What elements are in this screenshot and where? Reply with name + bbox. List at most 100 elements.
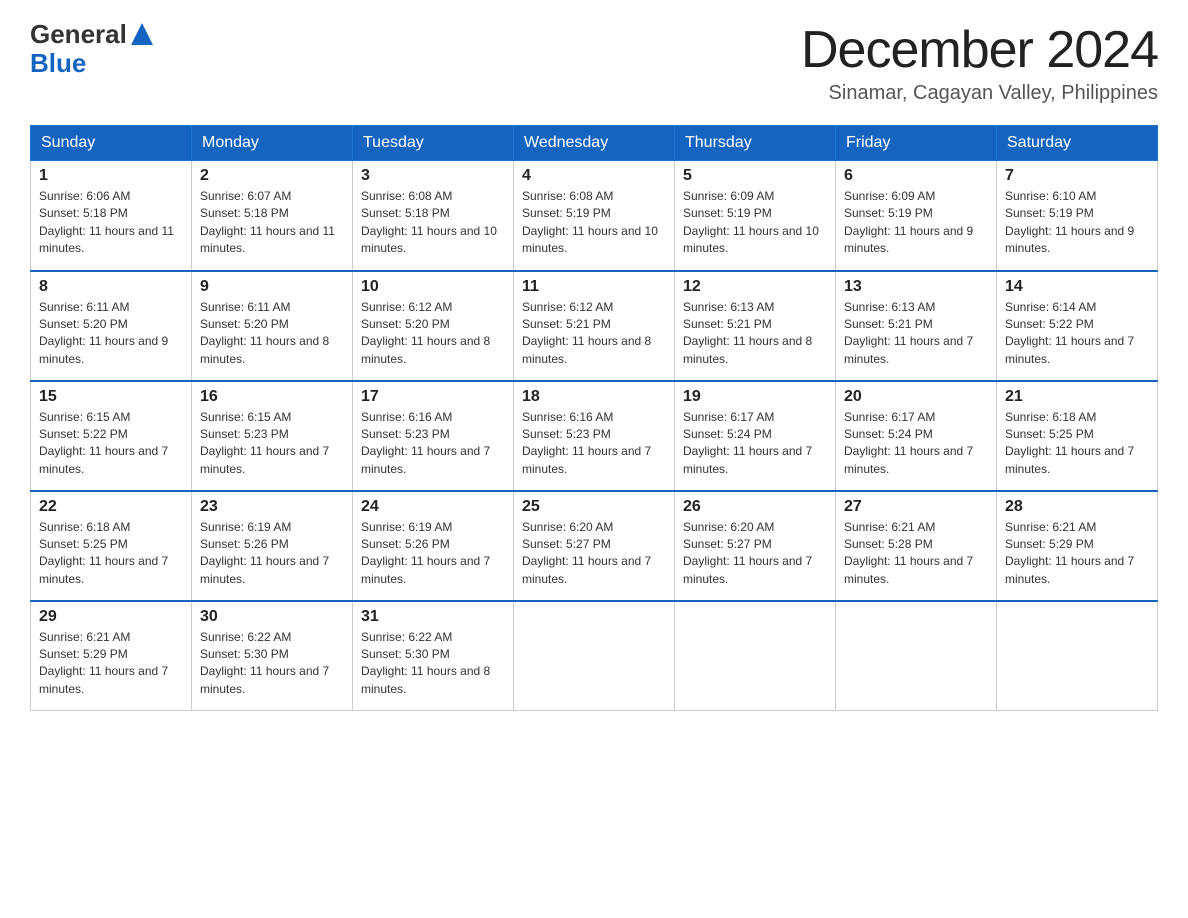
day-info: Sunrise: 6:09 AMSunset: 5:19 PMDaylight:… (683, 188, 827, 258)
calendar-cell: 16 Sunrise: 6:15 AMSunset: 5:23 PMDaylig… (192, 381, 353, 491)
week-row-5: 29 Sunrise: 6:21 AMSunset: 5:29 PMDaylig… (31, 601, 1158, 711)
week-row-4: 22 Sunrise: 6:18 AMSunset: 5:25 PMDaylig… (31, 491, 1158, 601)
calendar-cell: 14 Sunrise: 6:14 AMSunset: 5:22 PMDaylig… (997, 271, 1158, 381)
day-info: Sunrise: 6:13 AMSunset: 5:21 PMDaylight:… (844, 299, 988, 369)
day-number: 10 (361, 278, 505, 296)
day-info: Sunrise: 6:06 AMSunset: 5:18 PMDaylight:… (39, 188, 183, 258)
day-info: Sunrise: 6:10 AMSunset: 5:19 PMDaylight:… (1005, 188, 1149, 258)
day-number: 16 (200, 388, 344, 406)
week-row-2: 8 Sunrise: 6:11 AMSunset: 5:20 PMDayligh… (31, 271, 1158, 381)
day-number: 20 (844, 388, 988, 406)
calendar-cell: 19 Sunrise: 6:17 AMSunset: 5:24 PMDaylig… (675, 381, 836, 491)
calendar-cell: 7 Sunrise: 6:10 AMSunset: 5:19 PMDayligh… (997, 161, 1158, 271)
day-number: 4 (522, 167, 666, 185)
day-info: Sunrise: 6:21 AMSunset: 5:29 PMDaylight:… (39, 629, 183, 699)
day-info: Sunrise: 6:11 AMSunset: 5:20 PMDaylight:… (200, 299, 344, 369)
logo: General Blue (30, 20, 153, 77)
header-friday: Friday (836, 126, 997, 161)
calendar-cell: 17 Sunrise: 6:16 AMSunset: 5:23 PMDaylig… (353, 381, 514, 491)
calendar-subtitle: Sinamar, Cagayan Valley, Philippines (801, 82, 1158, 105)
header-wednesday: Wednesday (514, 126, 675, 161)
day-info: Sunrise: 6:18 AMSunset: 5:25 PMDaylight:… (1005, 409, 1149, 479)
day-info: Sunrise: 6:15 AMSunset: 5:23 PMDaylight:… (200, 409, 344, 479)
day-info: Sunrise: 6:11 AMSunset: 5:20 PMDaylight:… (39, 299, 183, 369)
calendar-cell: 10 Sunrise: 6:12 AMSunset: 5:20 PMDaylig… (353, 271, 514, 381)
day-number: 2 (200, 167, 344, 185)
day-number: 12 (683, 278, 827, 296)
day-number: 24 (361, 498, 505, 516)
day-number: 26 (683, 498, 827, 516)
day-number: 18 (522, 388, 666, 406)
day-info: Sunrise: 6:16 AMSunset: 5:23 PMDaylight:… (522, 409, 666, 479)
day-number: 23 (200, 498, 344, 516)
calendar-cell: 9 Sunrise: 6:11 AMSunset: 5:20 PMDayligh… (192, 271, 353, 381)
calendar-cell: 12 Sunrise: 6:13 AMSunset: 5:21 PMDaylig… (675, 271, 836, 381)
calendar-cell: 5 Sunrise: 6:09 AMSunset: 5:19 PMDayligh… (675, 161, 836, 271)
calendar-cell: 26 Sunrise: 6:20 AMSunset: 5:27 PMDaylig… (675, 491, 836, 601)
day-number: 25 (522, 498, 666, 516)
calendar-title: December 2024 (801, 20, 1158, 80)
calendar-cell: 6 Sunrise: 6:09 AMSunset: 5:19 PMDayligh… (836, 161, 997, 271)
calendar-cell: 20 Sunrise: 6:17 AMSunset: 5:24 PMDaylig… (836, 381, 997, 491)
weekday-header-row: Sunday Monday Tuesday Wednesday Thursday… (31, 126, 1158, 161)
day-info: Sunrise: 6:18 AMSunset: 5:25 PMDaylight:… (39, 519, 183, 589)
calendar-cell (514, 601, 675, 711)
day-number: 15 (39, 388, 183, 406)
day-number: 6 (844, 167, 988, 185)
day-number: 13 (844, 278, 988, 296)
day-number: 19 (683, 388, 827, 406)
day-info: Sunrise: 6:20 AMSunset: 5:27 PMDaylight:… (522, 519, 666, 589)
day-number: 17 (361, 388, 505, 406)
header-tuesday: Tuesday (353, 126, 514, 161)
day-info: Sunrise: 6:12 AMSunset: 5:20 PMDaylight:… (361, 299, 505, 369)
header-thursday: Thursday (675, 126, 836, 161)
day-info: Sunrise: 6:12 AMSunset: 5:21 PMDaylight:… (522, 299, 666, 369)
calendar-cell: 1 Sunrise: 6:06 AMSunset: 5:18 PMDayligh… (31, 161, 192, 271)
calendar-cell: 3 Sunrise: 6:08 AMSunset: 5:18 PMDayligh… (353, 161, 514, 271)
day-number: 7 (1005, 167, 1149, 185)
day-info: Sunrise: 6:19 AMSunset: 5:26 PMDaylight:… (200, 519, 344, 589)
calendar-cell (997, 601, 1158, 711)
day-info: Sunrise: 6:08 AMSunset: 5:19 PMDaylight:… (522, 188, 666, 258)
day-number: 5 (683, 167, 827, 185)
calendar-cell: 4 Sunrise: 6:08 AMSunset: 5:19 PMDayligh… (514, 161, 675, 271)
page-header: General Blue December 2024 Sinamar, Caga… (30, 20, 1158, 105)
calendar-cell: 28 Sunrise: 6:21 AMSunset: 5:29 PMDaylig… (997, 491, 1158, 601)
calendar-cell: 23 Sunrise: 6:19 AMSunset: 5:26 PMDaylig… (192, 491, 353, 601)
day-info: Sunrise: 6:07 AMSunset: 5:18 PMDaylight:… (200, 188, 344, 258)
logo-general-text: General (30, 20, 127, 49)
day-number: 21 (1005, 388, 1149, 406)
day-number: 8 (39, 278, 183, 296)
calendar-cell: 21 Sunrise: 6:18 AMSunset: 5:25 PMDaylig… (997, 381, 1158, 491)
day-number: 14 (1005, 278, 1149, 296)
day-number: 31 (361, 608, 505, 626)
header-saturday: Saturday (997, 126, 1158, 161)
calendar-table: Sunday Monday Tuesday Wednesday Thursday… (30, 125, 1158, 711)
calendar-cell: 11 Sunrise: 6:12 AMSunset: 5:21 PMDaylig… (514, 271, 675, 381)
day-info: Sunrise: 6:17 AMSunset: 5:24 PMDaylight:… (844, 409, 988, 479)
logo-blue-text: Blue (30, 48, 86, 78)
day-info: Sunrise: 6:19 AMSunset: 5:26 PMDaylight:… (361, 519, 505, 589)
day-number: 9 (200, 278, 344, 296)
header-sunday: Sunday (31, 126, 192, 161)
day-info: Sunrise: 6:08 AMSunset: 5:18 PMDaylight:… (361, 188, 505, 258)
day-info: Sunrise: 6:17 AMSunset: 5:24 PMDaylight:… (683, 409, 827, 479)
day-info: Sunrise: 6:16 AMSunset: 5:23 PMDaylight:… (361, 409, 505, 479)
day-number: 27 (844, 498, 988, 516)
calendar-cell: 8 Sunrise: 6:11 AMSunset: 5:20 PMDayligh… (31, 271, 192, 381)
logo-icon (131, 23, 153, 45)
calendar-cell: 2 Sunrise: 6:07 AMSunset: 5:18 PMDayligh… (192, 161, 353, 271)
calendar-cell: 15 Sunrise: 6:15 AMSunset: 5:22 PMDaylig… (31, 381, 192, 491)
day-info: Sunrise: 6:15 AMSunset: 5:22 PMDaylight:… (39, 409, 183, 479)
day-info: Sunrise: 6:09 AMSunset: 5:19 PMDaylight:… (844, 188, 988, 258)
calendar-cell: 22 Sunrise: 6:18 AMSunset: 5:25 PMDaylig… (31, 491, 192, 601)
calendar-cell: 24 Sunrise: 6:19 AMSunset: 5:26 PMDaylig… (353, 491, 514, 601)
title-section: December 2024 Sinamar, Cagayan Valley, P… (801, 20, 1158, 105)
week-row-3: 15 Sunrise: 6:15 AMSunset: 5:22 PMDaylig… (31, 381, 1158, 491)
day-number: 22 (39, 498, 183, 516)
calendar-cell: 29 Sunrise: 6:21 AMSunset: 5:29 PMDaylig… (31, 601, 192, 711)
calendar-cell: 13 Sunrise: 6:13 AMSunset: 5:21 PMDaylig… (836, 271, 997, 381)
calendar-cell (836, 601, 997, 711)
calendar-cell: 30 Sunrise: 6:22 AMSunset: 5:30 PMDaylig… (192, 601, 353, 711)
day-number: 3 (361, 167, 505, 185)
